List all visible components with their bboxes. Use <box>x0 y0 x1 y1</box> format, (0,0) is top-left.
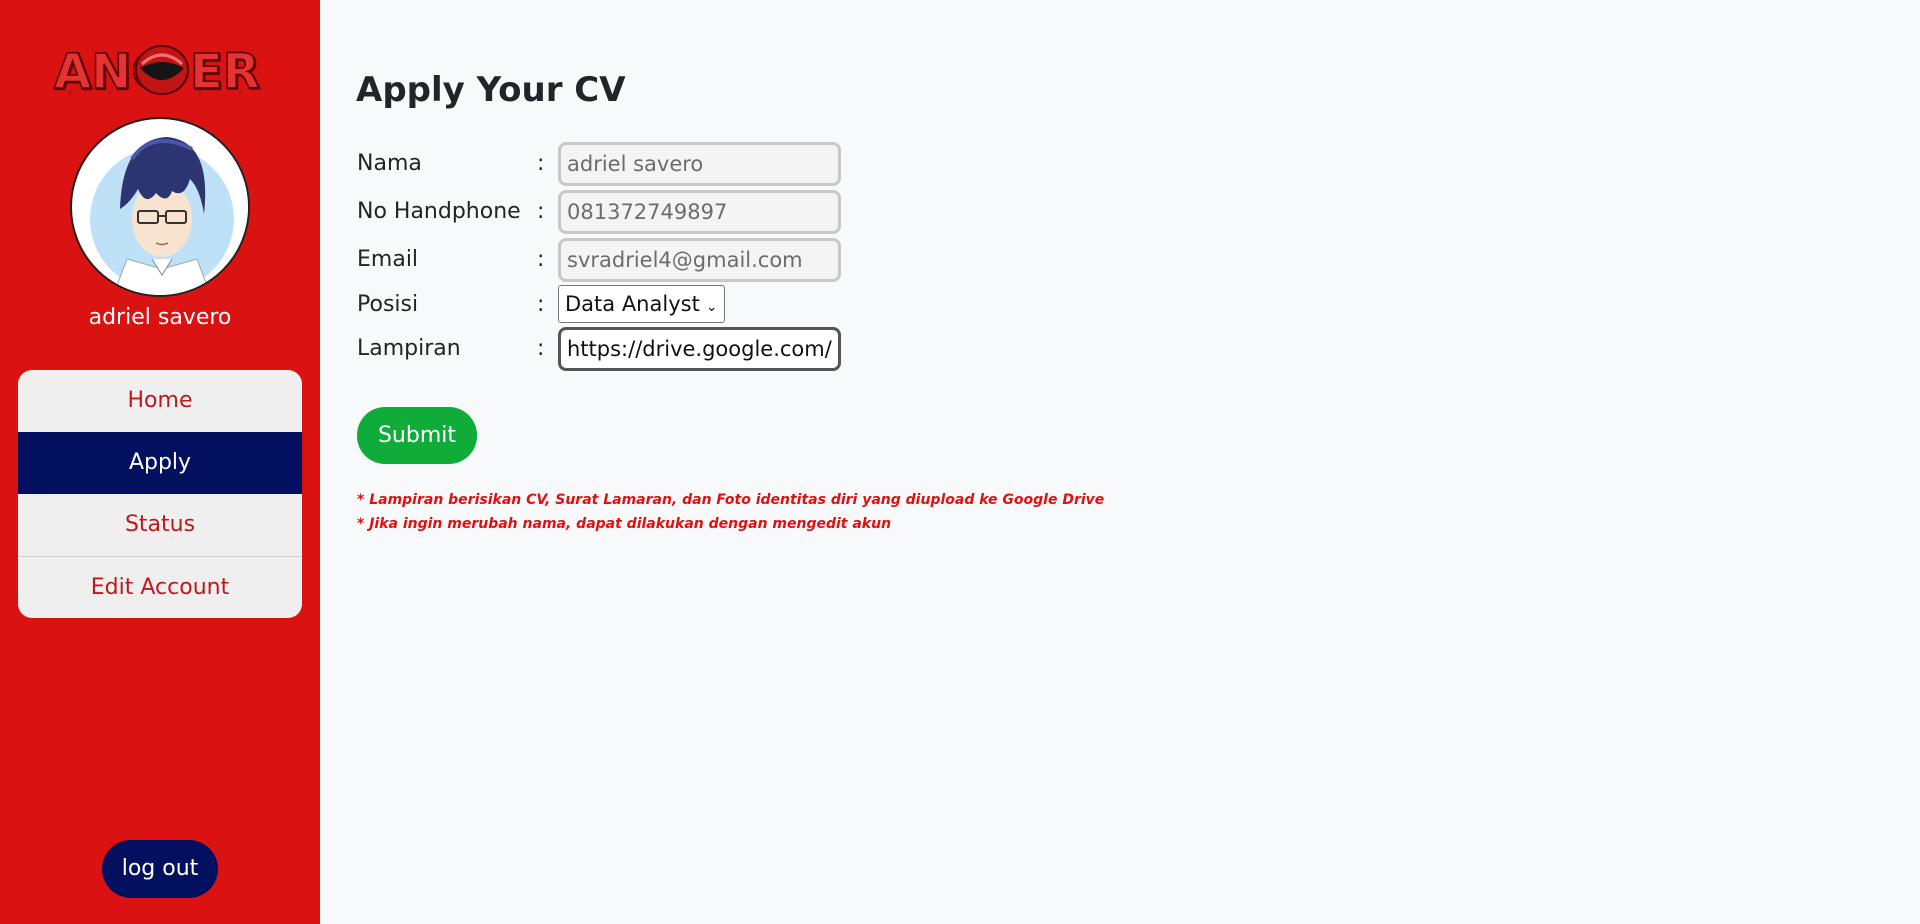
posisi-selected-value: Data Analyst <box>565 292 700 316</box>
sidebar-menu: Home Apply Status Edit Account <box>18 370 302 618</box>
sidebar-item-apply[interactable]: Apply <box>18 432 302 494</box>
lampiran-label: Lampiran <box>357 336 461 361</box>
main-content: Apply Your CV Nama : adriel savero No Ha… <box>320 0 1920 924</box>
nama-label: Nama <box>357 151 422 176</box>
posisi-label: Posisi <box>357 292 419 317</box>
phone-field[interactable]: 081372749897 <box>558 190 841 234</box>
colon: : <box>537 336 545 361</box>
sidebar: ANG ER adriel savero Home Apply Status E… <box>0 0 320 924</box>
sidebar-item-home[interactable]: Home <box>18 370 302 432</box>
page-title: Apply Your CV <box>356 70 626 110</box>
nama-field[interactable]: adriel savero <box>558 142 841 186</box>
colon: : <box>537 247 545 272</box>
svg-text:ER: ER <box>190 44 260 98</box>
email-field[interactable]: svradriel4@gmail.com <box>558 238 841 282</box>
sidebar-item-edit-account[interactable]: Edit Account <box>18 556 302 618</box>
colon: : <box>537 199 545 224</box>
posisi-select[interactable]: Data Analyst ⌄ <box>558 285 725 323</box>
colon: : <box>537 292 545 317</box>
colon: : <box>537 151 545 176</box>
logout-button[interactable]: log out <box>102 840 218 898</box>
lampiran-field[interactable]: https://drive.google.com/ <box>558 327 841 371</box>
sidebar-item-status[interactable]: Status <box>18 494 302 556</box>
note-edit-name: * Jika ingin merubah nama, dapat dilakuk… <box>357 516 892 532</box>
avatar <box>70 117 250 297</box>
username: adriel savero <box>88 305 232 330</box>
phone-label: No Handphone <box>357 199 521 224</box>
angker-logo: ANG ER <box>53 43 260 98</box>
submit-button[interactable]: Submit <box>357 407 477 464</box>
email-label: Email <box>357 247 419 272</box>
chevron-down-icon: ⌄ <box>705 299 718 315</box>
note-lampiran: * Lampiran berisikan CV, Surat Lamaran, … <box>357 492 1105 508</box>
